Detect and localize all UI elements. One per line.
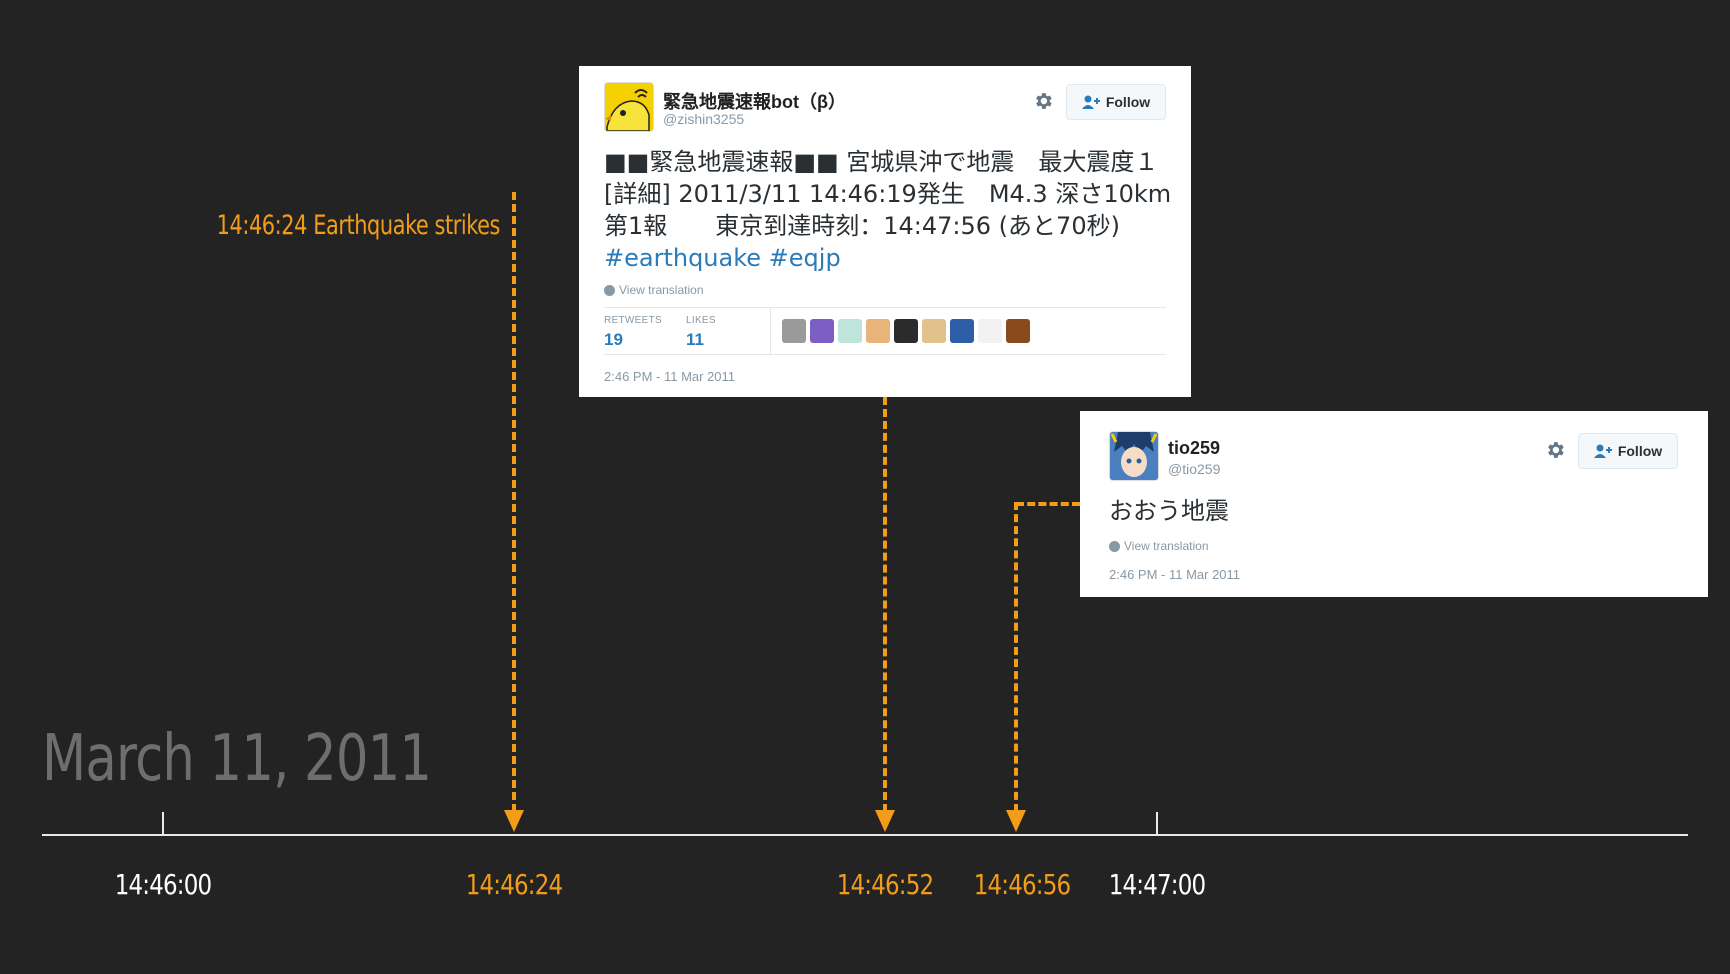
likes-count[interactable]: 11: [686, 330, 704, 350]
liker-avatar[interactable]: [978, 319, 1002, 343]
follow-button-label: Follow: [1105, 94, 1151, 110]
tweet-author-name[interactable]: tio259: [1168, 438, 1220, 459]
liker-avatar[interactable]: [782, 319, 806, 343]
time-label-user-tweet: 14:46:56: [973, 868, 1071, 901]
time-label-start: 14:46:00: [114, 868, 212, 901]
tweet-timestamp[interactable]: 2:46 PM - 11 Mar 2011: [604, 369, 735, 384]
liker-avatar[interactable]: [1006, 319, 1030, 343]
tweet-author-handle[interactable]: @tio259: [1168, 461, 1220, 477]
add-user-icon: [1593, 444, 1612, 458]
retweets-count[interactable]: 19: [604, 330, 623, 350]
tweet-hashtags[interactable]: #earthquake #eqjp: [604, 244, 841, 272]
liker-avatar[interactable]: [894, 319, 918, 343]
view-translation-label: View translation: [619, 283, 704, 297]
stats-divider-vertical: [770, 308, 771, 354]
follow-button[interactable]: Follow: [1066, 84, 1166, 120]
earthquake-arrow-icon: [504, 810, 524, 832]
time-label-earthquake: 14:46:24: [465, 868, 563, 901]
tweet-text: おおう地震: [1109, 497, 1229, 525]
tweet-card-user: tio259 @tio259 Follow おおう地震 View transla…: [1080, 411, 1708, 597]
liker-avatar[interactable]: [810, 319, 834, 343]
view-translation-link[interactable]: View translation: [1109, 539, 1209, 553]
liker-avatar[interactable]: [922, 319, 946, 343]
tweet-author-handle[interactable]: @zishin3255: [663, 111, 744, 127]
add-user-icon: [1081, 95, 1100, 109]
likers-avatars: [782, 319, 1030, 343]
likes-label: LIKES: [686, 315, 716, 326]
bot-tweet-connector: [883, 397, 887, 812]
user-tweet-connector-h: [1016, 502, 1080, 506]
tweet-body: ■■緊急地震速報■■ 宮城県沖で地震 最大震度１ [詳細] 2011/3/11 …: [604, 148, 1172, 240]
stats-divider-top: [604, 307, 1166, 308]
gear-icon[interactable]: [1544, 439, 1566, 461]
retweets-label: RETWEETS: [604, 315, 662, 326]
anime-avatar-icon[interactable]: [1109, 431, 1159, 481]
date-title: March 11, 2011: [42, 722, 432, 796]
follow-button[interactable]: Follow: [1578, 433, 1678, 469]
time-label-bot-tweet: 14:46:52: [836, 868, 934, 901]
timeline-axis: [42, 834, 1688, 836]
user-tweet-arrow-icon: [1006, 810, 1026, 832]
gear-icon[interactable]: [1032, 90, 1054, 112]
tweet-card-bot: 緊急地震速報bot（β） @zishin3255 Follow ■■緊急地震速報…: [579, 66, 1191, 397]
stats-divider-bottom: [604, 354, 1166, 355]
user-tweet-connector: [1014, 502, 1018, 812]
timeline-tick-end: [1156, 812, 1158, 834]
follow-button-label: Follow: [1617, 443, 1663, 459]
liker-avatar[interactable]: [866, 319, 890, 343]
globe-icon: [604, 284, 615, 296]
liker-avatar[interactable]: [838, 319, 862, 343]
liker-avatar[interactable]: [950, 319, 974, 343]
timeline-tick-start: [162, 812, 164, 834]
view-translation-label: View translation: [1124, 539, 1209, 553]
time-label-end: 14:47:00: [1108, 868, 1206, 901]
yellow-bird-icon[interactable]: [604, 82, 654, 132]
tweet-text: ■■緊急地震速報■■ 宮城県沖で地震 最大震度１ [詳細] 2011/3/11 …: [604, 146, 1174, 274]
bot-tweet-arrow-icon: [875, 810, 895, 832]
earthquake-connector: [512, 192, 516, 812]
event-label: 14:46:24 Earthquake strikes: [216, 210, 501, 241]
tweet-timestamp[interactable]: 2:46 PM - 11 Mar 2011: [1109, 567, 1240, 582]
view-translation-link[interactable]: View translation: [604, 283, 704, 297]
globe-icon: [1109, 540, 1120, 552]
